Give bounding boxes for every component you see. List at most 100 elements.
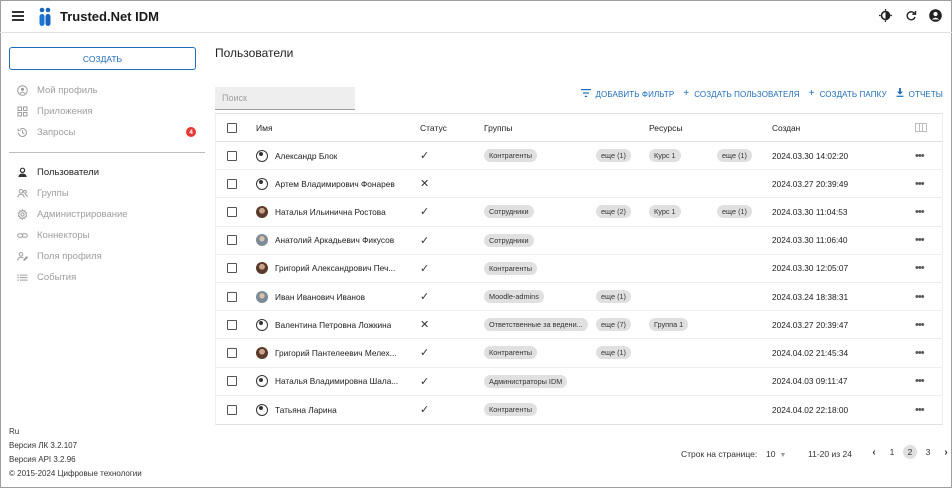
sidebar-item-groups[interactable]: Группы	[0, 183, 205, 204]
table-row[interactable]: Валентина Петровна Ложкина ✕ Ответственные…	[216, 311, 942, 340]
check-icon: ✓	[420, 404, 430, 417]
more-actions-icon[interactable]: •••	[915, 347, 925, 359]
table-row[interactable]: Иван Иванович Иванов ✓ Moodle-admins еще (1…	[216, 283, 942, 312]
table-row[interactable]: Григорий Александрович Печ... ✓ Контрагент…	[216, 255, 942, 283]
user-name[interactable]: Наталья Владимировна Шала...	[275, 376, 398, 386]
menu-icon[interactable]	[12, 11, 24, 21]
row-checkbox[interactable]	[227, 291, 237, 302]
check-icon: ✓	[420, 375, 430, 388]
check-icon: ✓	[420, 150, 430, 163]
more-actions-icon[interactable]: •••	[915, 262, 925, 274]
more-actions-icon[interactable]: •••	[915, 319, 925, 331]
more-actions-icon[interactable]: •••	[915, 291, 925, 303]
reports-button[interactable]: ОТЧЕТЫ	[896, 88, 943, 100]
sidebar-item-users[interactable]: Пользователи	[0, 162, 205, 183]
group-chip[interactable]: Moodle-admins	[484, 290, 544, 304]
page-button[interactable]: 1	[885, 445, 899, 459]
column-header-status[interactable]: Статус	[420, 114, 447, 141]
row-checkbox[interactable]	[227, 150, 237, 161]
table-row[interactable]: Наталья Владимировна Шала... ✓ Администрат…	[216, 368, 942, 396]
select-all-checkbox[interactable]	[227, 122, 237, 133]
group-chip[interactable]: Сотрудники	[484, 205, 534, 219]
groups-more-chip[interactable]: еще (1)	[596, 346, 631, 360]
table-row[interactable]: Анатолий Аркадьевич Фикусов ✓ Сотрудники 20…	[216, 227, 942, 255]
rows-per-page-select[interactable]: 10 ▼	[766, 449, 786, 459]
user-name[interactable]: Наталья Ильинична Ростова	[275, 207, 386, 217]
row-checkbox[interactable]	[227, 319, 237, 330]
more-actions-icon[interactable]: •••	[915, 404, 925, 416]
user-name[interactable]: Иван Иванович Иванов	[275, 292, 365, 302]
group-chip[interactable]: Контрагенты	[484, 346, 537, 360]
resource-chip[interactable]: Курс 1	[649, 205, 681, 219]
create-button[interactable]: СОЗДАТЬ	[9, 47, 196, 70]
groups-more-chip[interactable]: еще (2)	[596, 205, 631, 219]
groups-more-chip[interactable]: еще (1)	[596, 149, 631, 163]
sidebar-item-requests[interactable]: Запросы 4	[0, 122, 205, 143]
refresh-icon[interactable]	[904, 9, 917, 22]
user-name[interactable]: Татьяна Ларина	[275, 405, 337, 415]
group-chip[interactable]: Сотрудники	[484, 233, 534, 247]
avatar	[256, 290, 268, 303]
user-name[interactable]: Григорий Пантелеевич Мелех...	[275, 348, 397, 358]
user-name[interactable]: Валентина Петровна Ложкина	[275, 320, 391, 330]
groups-more-chip[interactable]: еще (7)	[596, 318, 631, 332]
create-folder-button[interactable]: + СОЗДАТЬ ПАПКУ	[809, 89, 887, 99]
next-page-icon[interactable]: ›	[939, 445, 952, 459]
column-header-created[interactable]: Создан	[772, 114, 800, 141]
column-header-name[interactable]: Имя	[256, 114, 406, 141]
resources-more-chip[interactable]: еще (1)	[717, 205, 752, 219]
group-chip[interactable]: Ответственные за ведени...	[484, 318, 588, 332]
add-filter-button[interactable]: ДОБАВИТЬ ФИЛЬТР	[580, 88, 675, 100]
row-checkbox[interactable]	[227, 404, 237, 415]
row-checkbox[interactable]	[227, 178, 237, 189]
row-checkbox[interactable]	[227, 347, 237, 358]
more-actions-icon[interactable]: •••	[915, 375, 925, 387]
create-user-button[interactable]: + СОЗДАТЬ ПОЛЬЗОВАТЕЛЯ	[683, 89, 799, 99]
reports-label: ОТЧЕТЫ	[908, 89, 943, 99]
table-row[interactable]: Александр Блок ✓ Контрагенты еще (1) Курс 1 е…	[216, 142, 942, 171]
table-row[interactable]: Григорий Пантелеевич Мелех... ✓ Контрагент…	[216, 339, 942, 368]
table-row[interactable]: Наталья Ильинична Ростова ✓ Сотрудники еще …	[216, 198, 942, 227]
user-name[interactable]: Артем Владимирович Фонарев	[275, 179, 395, 189]
row-checkbox[interactable]	[227, 206, 237, 217]
group-chip[interactable]: Контрагенты	[484, 403, 537, 417]
prev-page-icon[interactable]: ‹	[867, 445, 881, 459]
column-header-groups[interactable]: Группы	[484, 114, 512, 141]
more-actions-icon[interactable]: •••	[915, 234, 925, 246]
page-button[interactable]: 3	[921, 445, 935, 459]
resource-chip[interactable]: Курс 1	[649, 149, 681, 163]
row-checkbox[interactable]	[227, 235, 237, 246]
sidebar-item-connectors[interactable]: Коннекторы	[0, 225, 205, 246]
group-chip[interactable]: Контрагенты	[484, 149, 537, 163]
column-header-resources[interactable]: Ресурсы	[649, 114, 683, 141]
user-name[interactable]: Григорий Александрович Печ...	[275, 263, 395, 273]
table-row[interactable]: Артем Владимирович Фонарев ✕ 2024.03.27 20…	[216, 170, 942, 199]
sidebar-item-my-profile[interactable]: Мой профиль	[0, 80, 205, 101]
page-range: 11-20 из 24	[808, 449, 852, 459]
search-input[interactable]	[222, 93, 347, 103]
account-icon[interactable]	[929, 9, 942, 22]
language-switch[interactable]: Ru	[9, 425, 142, 439]
group-chip[interactable]: Контрагенты	[484, 261, 537, 275]
theme-toggle-icon[interactable]	[879, 9, 892, 22]
sidebar-item-administration[interactable]: Администрирование	[0, 204, 205, 225]
more-actions-icon[interactable]: •••	[915, 206, 925, 218]
resources-more-chip[interactable]: еще (1)	[717, 149, 752, 163]
columns-settings-icon[interactable]	[915, 123, 927, 132]
sidebar-item-apps[interactable]: Приложения	[0, 101, 205, 122]
page-button-current[interactable]: 2	[903, 445, 917, 459]
user-name[interactable]: Анатолий Аркадьевич Фикусов	[275, 235, 394, 245]
search-box[interactable]	[215, 87, 355, 110]
sidebar-item-profile-fields[interactable]: Поля профиля	[0, 246, 205, 267]
groups-more-chip[interactable]: еще (1)	[596, 290, 631, 304]
more-actions-icon[interactable]: •••	[915, 150, 925, 162]
sidebar-item-events[interactable]: События	[0, 267, 205, 288]
created-date: 2024.03.24 18:38:31	[772, 291, 849, 302]
group-chip[interactable]: Администраторы IDM	[484, 374, 568, 388]
more-actions-icon[interactable]: •••	[915, 178, 925, 190]
user-name[interactable]: Александр Блок	[275, 151, 337, 161]
row-checkbox[interactable]	[227, 263, 237, 274]
table-row[interactable]: Татьяна Ларина ✓ Контрагенты 2024.04.02 22:…	[216, 396, 942, 424]
row-checkbox[interactable]	[227, 376, 237, 387]
resource-chip[interactable]: Группа 1	[649, 318, 689, 332]
